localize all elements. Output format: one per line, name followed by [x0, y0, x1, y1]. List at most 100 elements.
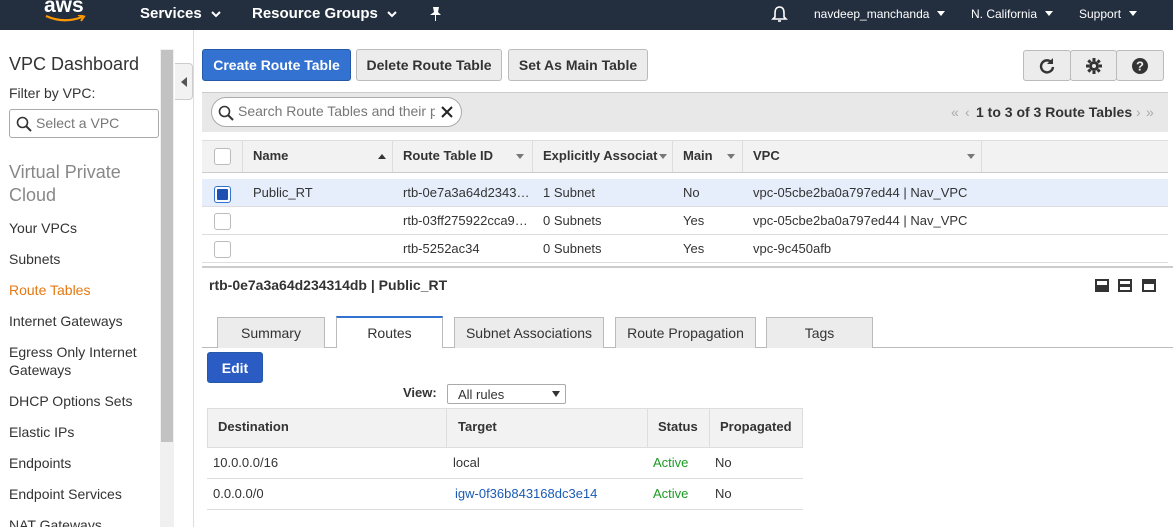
prev-page-icon[interactable]: ‹ [965, 104, 970, 120]
cell-associations: 0 Subnets [543, 241, 602, 256]
column-separator [647, 408, 648, 448]
divider [193, 30, 194, 527]
panel-splitter[interactable] [202, 266, 1173, 268]
layout-split-icon[interactable] [1118, 279, 1132, 292]
column-header-explicitly-associated[interactable]: Explicitly Associat [543, 148, 659, 163]
region-name: N. California [971, 7, 1038, 21]
route-target: local [453, 455, 480, 470]
edit-button[interactable]: Edit [207, 352, 263, 383]
aws-logo[interactable]: aws [44, 0, 88, 28]
first-page-icon[interactable]: « [951, 104, 959, 120]
routes-table-header [207, 408, 803, 448]
tab-route-propagation[interactable]: Route Propagation [615, 317, 756, 348]
vpc-filter-select[interactable]: Select a VPC [9, 109, 159, 138]
sort-asc-icon[interactable] [378, 154, 386, 159]
vpc-filter-placeholder: Select a VPC [36, 115, 120, 131]
resource-groups-menu[interactable]: Resource Groups [252, 5, 397, 22]
sidebar-section-vpc: Virtual Private Cloud [9, 162, 121, 205]
row-checkbox[interactable] [214, 241, 231, 258]
support-menu[interactable]: Support [1079, 7, 1138, 21]
settings-button[interactable] [1070, 50, 1117, 81]
region-menu[interactable]: N. California [971, 7, 1054, 21]
view-label: View: [403, 385, 437, 400]
search-icon [218, 105, 234, 121]
bell-icon[interactable] [771, 5, 788, 26]
sidebar-item-nat-gateways[interactable]: NAT Gateways [9, 516, 159, 527]
pagination-text: 1 to 3 of 3 Route Tables [976, 104, 1132, 120]
route-row [207, 448, 803, 479]
cell-vpc: vpc-05cbe2ba0a797ed44 | Nav_VPC [753, 185, 968, 200]
cell-associations: 1 Subnet [543, 185, 596, 200]
select-all-checkbox[interactable] [214, 148, 231, 165]
column-header-route-table-id[interactable]: Route Table ID [403, 148, 493, 163]
sidebar-item-your-vpcs[interactable]: Your VPCs [9, 219, 159, 237]
column-separator [392, 141, 393, 172]
next-page-icon[interactable]: › [1136, 104, 1141, 120]
column-separator [672, 141, 673, 172]
column-separator [742, 141, 743, 172]
sidebar-item-dhcp-options-sets[interactable]: DHCP Options Sets [9, 392, 159, 410]
column-separator [242, 141, 243, 172]
search-input[interactable]: Search Route Tables and their properties [211, 97, 462, 127]
row-checkbox[interactable] [214, 186, 231, 203]
pagination-label: 1 to 3 of 3 Route Tables [976, 104, 1133, 120]
sidebar-item-elastic-ips[interactable]: Elastic IPs [9, 423, 159, 441]
top-nav: aws Services Resource Groups navdeep_man… [0, 0, 1173, 30]
tab-tags[interactable]: Tags [766, 317, 873, 348]
sidebar-item-route-tables[interactable]: Route Tables [9, 281, 159, 299]
sidebar-item-endpoint-services[interactable]: Endpoint Services [9, 485, 159, 503]
help-button[interactable]: ? [1116, 50, 1164, 81]
sort-caret-icon[interactable] [727, 154, 735, 159]
route-target-link[interactable]: igw-0f36b843168dc3e14 [455, 486, 597, 501]
routes-column-status: Status [658, 419, 698, 434]
set-as-main-table-button[interactable]: Set As Main Table [508, 49, 648, 81]
sidebar-scrollbar-thumb[interactable] [161, 50, 173, 442]
sidebar-item-endpoints[interactable]: Endpoints [9, 454, 159, 472]
column-header-main[interactable]: Main [683, 148, 713, 163]
column-separator [981, 141, 982, 172]
create-route-table-button[interactable]: Create Route Table [202, 49, 351, 81]
gear-icon [1085, 57, 1102, 74]
help-icon: ? [1132, 57, 1148, 74]
row-checkbox[interactable] [214, 213, 231, 230]
chevron-down-icon [1129, 11, 1138, 16]
refresh-button[interactable] [1023, 50, 1071, 81]
chevron-down-icon [552, 391, 560, 397]
last-page-icon[interactable]: » [1146, 104, 1154, 120]
sort-caret-icon[interactable] [967, 154, 975, 159]
search-placeholder: Search Route Tables and their properties [238, 103, 435, 119]
view-select[interactable]: All rules [447, 384, 566, 404]
services-menu[interactable]: Services [140, 5, 221, 22]
svg-text:?: ? [1136, 58, 1144, 73]
filter-label: Filter by VPC: [9, 85, 96, 101]
collapse-sidebar-button[interactable] [175, 63, 193, 100]
clear-icon[interactable] [440, 105, 454, 119]
sidebar-item-subnets[interactable]: Subnets [9, 250, 159, 268]
tab-routes[interactable]: Routes [336, 316, 443, 348]
delete-route-table-button[interactable]: Delete Route Table [356, 49, 502, 81]
sort-caret-icon[interactable] [659, 154, 667, 159]
column-header-vpc[interactable]: VPC [753, 148, 780, 163]
routes-column-propagated: Propagated [720, 419, 792, 434]
support-label: Support [1079, 7, 1122, 21]
tab-subnet-associations[interactable]: Subnet Associations [454, 317, 604, 348]
tab-summary[interactable]: Summary [217, 317, 325, 348]
column-header-name[interactable]: Name [253, 148, 288, 163]
sort-caret-icon[interactable] [516, 154, 524, 159]
sidebar-title[interactable]: VPC Dashboard [9, 54, 139, 75]
cell-main: No [683, 185, 700, 200]
account-menu[interactable]: navdeep_manchanda [814, 7, 946, 21]
cell-route-table-id: rtb-0e7a3a64d2343… [403, 185, 530, 200]
route-status: Active [653, 455, 689, 470]
layout-full-icon[interactable] [1142, 279, 1156, 292]
sidebar-item-internet-gateways[interactable]: Internet Gateways [9, 312, 159, 330]
services-label: Services [140, 5, 202, 22]
search-icon [16, 116, 32, 132]
pin-icon[interactable] [429, 6, 443, 25]
routes-column-target: Target [458, 419, 497, 434]
cell-vpc: vpc-05cbe2ba0a797ed44 | Nav_VPC [753, 213, 968, 228]
sidebar-item-egress-only-internet-gateways[interactable]: Egress Only Internet Gateways [9, 343, 159, 379]
cell-vpc: vpc-9c450afb [753, 241, 832, 256]
layout-bottom-icon[interactable] [1095, 279, 1109, 292]
cell-route-table-id: rtb-03ff275922cca9… [403, 213, 528, 228]
